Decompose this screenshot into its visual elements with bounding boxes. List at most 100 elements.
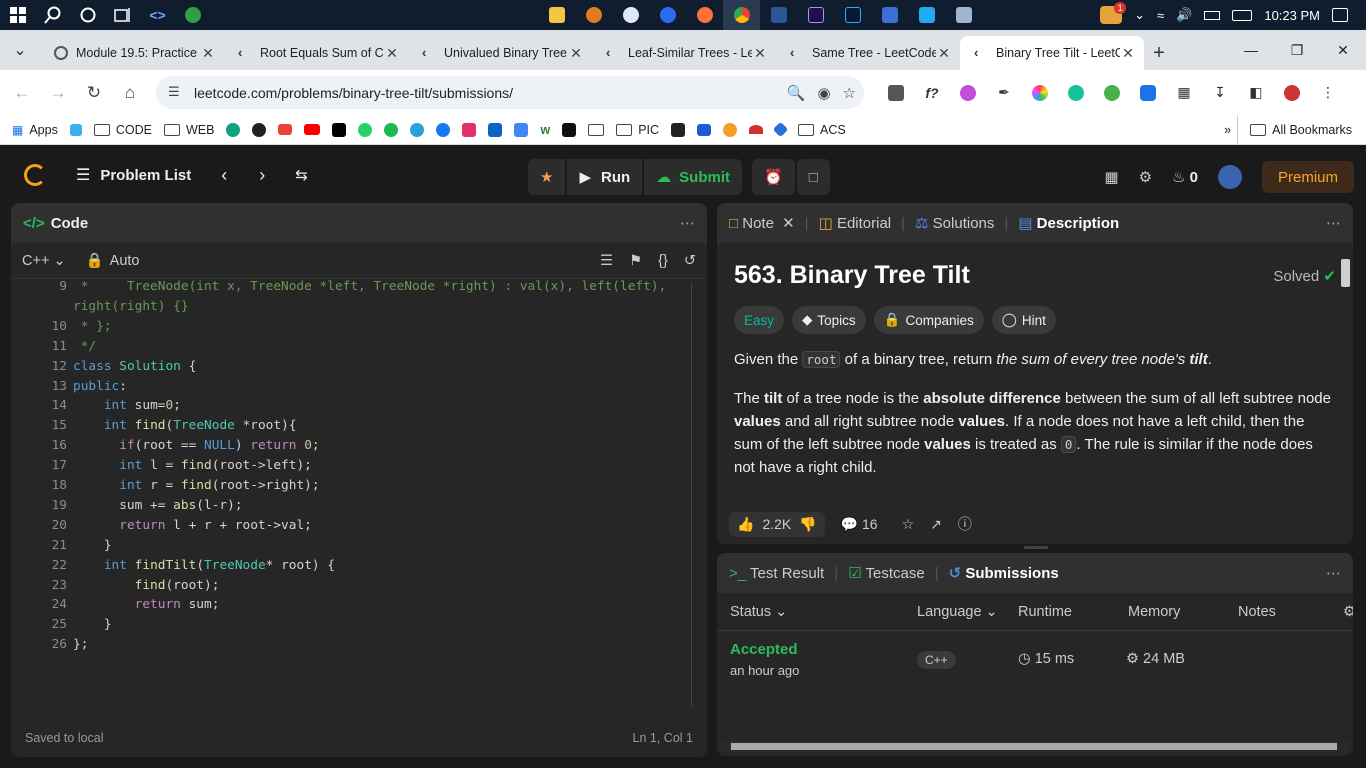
word-icon[interactable] — [760, 0, 797, 30]
if-bookmark-icon[interactable] — [556, 115, 582, 145]
add-extension-icon[interactable] — [1096, 77, 1128, 109]
diamond-bookmark-icon[interactable] — [769, 115, 792, 145]
mt-bookmark-icon[interactable] — [665, 115, 691, 145]
tab-module[interactable]: Module 19.5: Practice ✕ — [40, 36, 224, 70]
facebook-bookmark-icon[interactable] — [430, 115, 456, 145]
braces-icon[interactable]: {} — [658, 253, 668, 269]
telegram-bookmark-icon[interactable] — [404, 115, 430, 145]
tab-leaf-similar[interactable]: ‹ Leaf-Similar Trees - LeetCode ✕ — [592, 36, 776, 70]
code-line[interactable]: 12 class Solution { — [11, 359, 691, 379]
code-line[interactable]: 13 public: — [11, 379, 691, 399]
back-icon[interactable]: ← — [4, 75, 40, 111]
tab-binary-tree-tilt[interactable]: ‹ Binary Tree Tilt - LeetCode ✕ — [960, 36, 1144, 70]
home-icon[interactable]: ⌂ — [112, 75, 148, 111]
x-bookmark-icon[interactable] — [326, 115, 352, 145]
notification-center-icon[interactable] — [1332, 8, 1348, 22]
tab-same-tree[interactable]: ‹ Same Tree - LeetCode ✕ — [776, 36, 960, 70]
translate-bookmark-icon[interactable] — [508, 115, 534, 145]
layout-icon[interactable]: ▦ — [1104, 168, 1118, 186]
color-extension-icon[interactable] — [952, 77, 984, 109]
tray-chevron-icon[interactable]: ⌄ — [1134, 7, 1145, 23]
messenger-icon[interactable] — [612, 0, 649, 30]
search-icon[interactable] — [35, 0, 70, 30]
windows-start-icon[interactable] — [0, 0, 35, 30]
run-button[interactable]: ▶ Run — [567, 159, 643, 195]
submission-status[interactable]: Accepted — [730, 641, 798, 658]
bookmark-star-icon[interactable]: ☆ — [843, 84, 856, 102]
bookmark-acs[interactable]: ACS — [792, 115, 852, 145]
timer-button[interactable]: ⏰ — [752, 159, 795, 195]
premium-button[interactable]: Premium — [1261, 161, 1354, 193]
side-panel-icon[interactable]: ◧ — [1240, 77, 1272, 109]
cortana-icon[interactable] — [70, 0, 105, 30]
instagram-bookmark-icon[interactable] — [456, 115, 482, 145]
col-status[interactable]: Status ⌄ — [730, 604, 787, 620]
problem-list-link[interactable]: Problem List — [100, 167, 191, 184]
tab-root-equals[interactable]: ‹ Root Equals Sum of Children ✕ — [224, 36, 408, 70]
tab-description[interactable]: ▤ Description — [1018, 214, 1119, 232]
prev-problem-icon[interactable]: ‹ — [221, 165, 227, 186]
close-tab-icon[interactable]: ✕ — [752, 45, 768, 62]
code-editor[interactable]: 9 * TreeNode(int x, TreeNode *left, Tree… — [11, 279, 707, 719]
forward-icon[interactable]: → — [40, 75, 76, 111]
reset-icon[interactable]: ↺ — [684, 253, 696, 269]
leetcode-logo-icon[interactable] — [24, 164, 46, 186]
user-avatar[interactable] — [1217, 165, 1242, 189]
code-line[interactable]: 17 int l = find(root->left); — [11, 458, 691, 478]
settings-gear-icon[interactable]: ⚙ — [1139, 168, 1152, 186]
download-icon[interactable]: ↧ — [1204, 77, 1236, 109]
github-bookmark-icon[interactable] — [246, 115, 272, 145]
close-tab-icon[interactable]: ✕ — [1120, 45, 1136, 62]
color-wheel-icon[interactable] — [1024, 77, 1056, 109]
mail-bookmark-icon[interactable] — [691, 115, 717, 145]
panel-menu-icon[interactable]: ⋯ — [680, 214, 695, 232]
sun-bookmark-icon[interactable] — [717, 115, 743, 145]
code-line[interactable]: 15 int find(TreeNode *root){ — [11, 418, 691, 438]
menu-kebab-icon[interactable]: ⋮ — [1312, 77, 1344, 109]
code-line[interactable]: 14 int sum=0; — [11, 398, 691, 418]
tab-submissions[interactable]: ↺ Submissions — [949, 564, 1059, 582]
profile-avatar[interactable] — [1276, 77, 1308, 109]
companies-chip[interactable]: 🔒 Companies — [873, 306, 984, 334]
close-note-icon[interactable]: ✕ — [782, 215, 795, 232]
volume-icon[interactable]: 🔊 — [1176, 7, 1192, 23]
notes-app-icon[interactable] — [945, 0, 982, 30]
editor-scrollbar[interactable] — [691, 283, 692, 707]
tab-test-result[interactable]: >_ Test Result — [729, 565, 824, 582]
bookmark-web[interactable]: WEB — [158, 115, 220, 145]
close-tab-icon[interactable]: ✕ — [568, 45, 584, 62]
code-line[interactable]: 19 sum += abs(l-r); — [11, 498, 691, 518]
close-tab-icon[interactable]: ✕ — [936, 45, 952, 62]
favorite-star-icon[interactable]: ☆ — [902, 516, 915, 533]
close-tab-icon[interactable]: ✕ — [200, 45, 216, 62]
next-problem-icon[interactable]: › — [259, 165, 265, 186]
zoom-icon[interactable] — [649, 0, 686, 30]
timer-extension-icon[interactable] — [1132, 77, 1164, 109]
formula-extension-icon[interactable]: f? — [916, 77, 948, 109]
debug-button[interactable]: ★ — [528, 159, 566, 195]
shuffle-icon[interactable]: ⇆ — [295, 166, 308, 184]
like-button[interactable]: 👍 2.2K 👎 — [729, 511, 825, 537]
code-line[interactable]: 22 int findTilt(TreeNode* root) { — [11, 558, 691, 578]
topics-chip[interactable]: ◆ Topics — [792, 306, 866, 334]
auto-mode[interactable]: Auto — [110, 253, 140, 269]
help-icon[interactable]: ⓘ — [958, 514, 972, 534]
folder-bookmark-icon[interactable] — [582, 115, 610, 145]
site-info-icon[interactable]: ☰ — [168, 84, 180, 100]
tab-editorial[interactable]: ◫ Editorial — [819, 214, 892, 232]
battery-icon[interactable] — [1204, 10, 1221, 20]
horizontal-scrollbar[interactable] — [721, 741, 1349, 752]
firefox-icon[interactable] — [686, 0, 723, 30]
description-scrollbar[interactable] — [1341, 247, 1350, 497]
dev-tools-icon[interactable]: <> — [140, 0, 175, 30]
app-orange-icon[interactable] — [575, 0, 612, 30]
hint-chip[interactable]: ◯ Hint — [991, 306, 1056, 334]
tab-univalued[interactable]: ‹ Univalued Binary Tree ✕ — [408, 36, 592, 70]
code-line[interactable]: right(right) {} — [11, 299, 691, 319]
table-row[interactable]: Accepted an hour ago C++ ◷ 15 ms ⚙ 24 MB — [717, 639, 1353, 699]
clock[interactable]: 10:23 PM — [1264, 8, 1320, 23]
new-tab-button[interactable]: + — [1144, 36, 1174, 70]
reload-icon[interactable]: ↻ — [76, 75, 112, 111]
code-line[interactable]: 18 int r = find(root->right); — [11, 478, 691, 498]
address-bar[interactable]: ☰ leetcode.com/problems/binary-tree-tilt… — [156, 76, 864, 109]
